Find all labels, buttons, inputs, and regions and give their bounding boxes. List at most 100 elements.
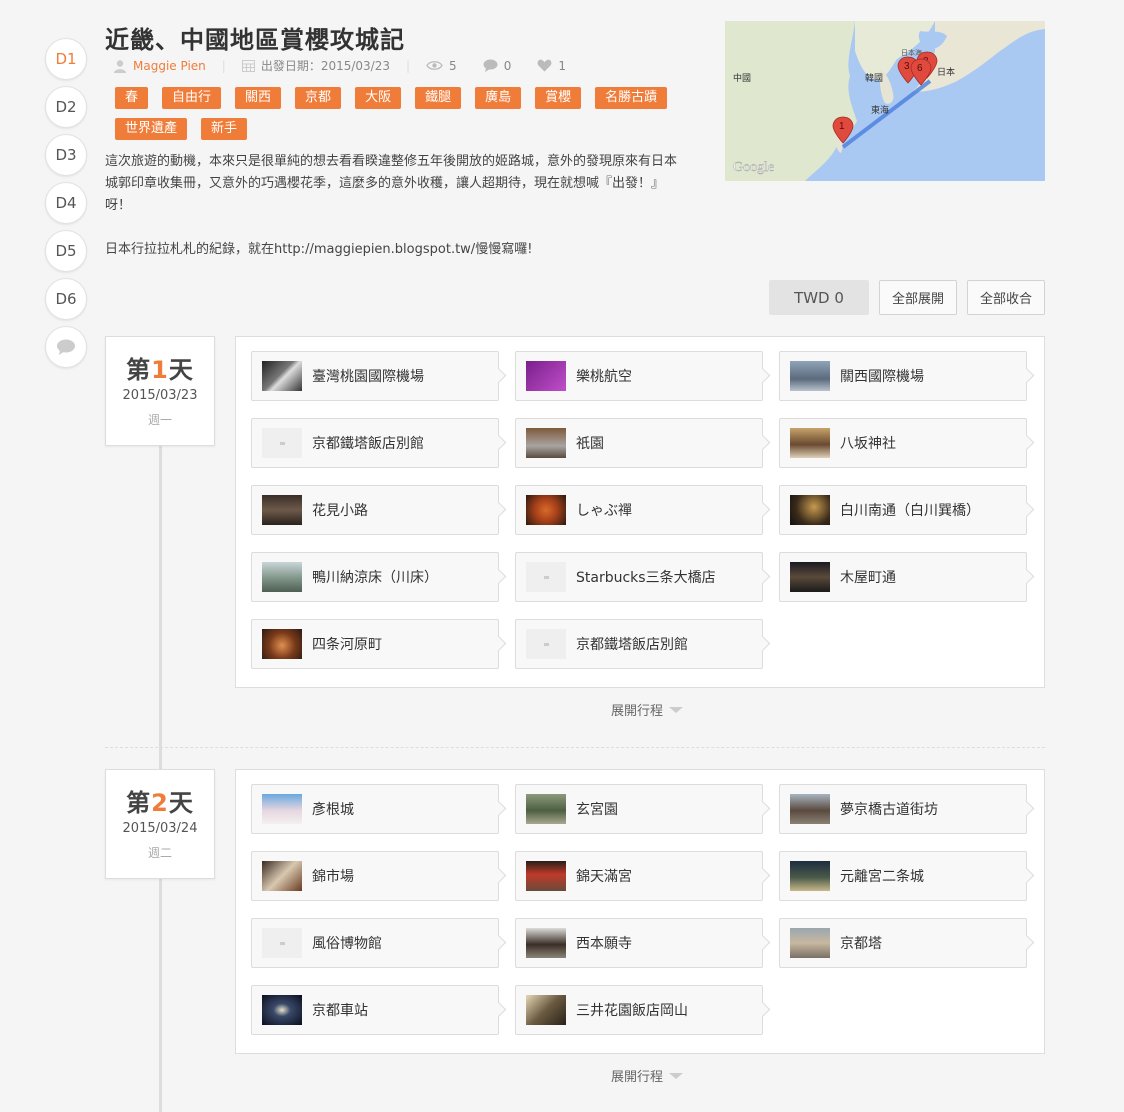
place-name: 西本願寺 [576,936,632,952]
calendar-icon [241,60,255,72]
place-card[interactable]: 臺灣桃園國際機場 [251,351,499,401]
day-nav-d4[interactable]: D4 [45,182,87,224]
tag[interactable]: 鐵腿 [415,87,462,109]
tag[interactable]: 賞櫻 [535,87,582,109]
tag[interactable]: 京都 [295,87,342,109]
tag[interactable]: 春 [115,87,149,109]
tag[interactable]: 關西 [235,87,282,109]
day-nav: D1 D2 D3 D4 D5 D6 [45,38,87,374]
place-card[interactable]: 京都鐵塔飯店別館 [515,619,763,669]
place-name: 玄宮園 [576,802,618,818]
place-card[interactable]: 樂桃航空 [515,351,763,401]
place-card[interactable]: 花見小路 [251,485,499,535]
place-card[interactable]: 木屋町通 [779,552,1027,602]
place-card[interactable]: 彥根城 [251,784,499,834]
place-card[interactable]: 八坂神社 [779,418,1027,468]
place-card[interactable]: 京都塔 [779,918,1027,968]
place-card[interactable]: 玄宮園 [515,784,763,834]
like-count: 1 [558,58,566,73]
description-line: 呀！ [105,198,132,213]
day-nav-d6[interactable]: D6 [45,278,87,320]
place-thumbnail [526,629,566,659]
day-weekday: 週二 [147,846,172,860]
place-name: 白川南通（白川巽橋） [840,503,980,519]
comment-count: 0 [503,58,512,73]
place-thumbnail [526,495,566,525]
place-thumbnail [790,794,830,824]
place-name: 木屋町通 [840,570,896,586]
view-count: 5 [449,58,457,73]
user-icon [114,59,126,73]
place-card[interactable]: 鴨川納涼床（川床） [251,552,499,602]
day-2-itinerary: 彥根城 玄宮園 夢京橋古道街坊錦市場 錦天滿宮 元離宮二条城風俗博物館 西本願寺 京都塔京都… [235,769,1045,1054]
place-card[interactable]: 京都車站 [251,985,499,1035]
map-google-logo: Google [733,160,774,175]
meta-divider: | [221,58,226,73]
expand-itinerary-day-2[interactable]: 展開行程 [611,1066,684,1085]
svg-text:3: 3 [904,61,910,72]
heart-icon[interactable] [537,59,552,72]
tag[interactable]: 大阪 [355,87,402,109]
expand-all-button[interactable]: 全部展開 [879,280,957,315]
speech-bubble-icon [57,339,75,355]
day-nav-d1[interactable]: D1 [45,38,87,80]
place-card[interactable]: 夢京橋古道街坊 [779,784,1027,834]
place-name: 祇園 [576,436,604,452]
place-card[interactable]: 西本願寺 [515,918,763,968]
place-name: 夢京橋古道街坊 [840,802,938,818]
place-card[interactable]: 風俗博物館 [251,918,499,968]
place-name: 錦市場 [312,869,354,885]
day-nav-d2[interactable]: D2 [45,86,87,128]
eye-icon [426,61,443,70]
trip-meta: Maggie Pien | 出發日期：2015/03/23 | 5 0 1 [113,57,566,74]
tag[interactable]: 名勝古蹟 [595,87,668,109]
expand-label: 展開行程 [611,704,664,719]
place-card[interactable]: 錦市場 [251,851,499,901]
route-map[interactable]: 中國 韓國 日本 東海 日本海 Google 1 3 3 6 [725,21,1045,181]
place-thumbnail [262,361,302,391]
place-card[interactable]: 京都鐵塔飯店別館 [251,418,499,468]
tag[interactable]: 自由行 [162,87,222,109]
place-card[interactable]: 四条河原町 [251,619,499,669]
place-thumbnail [262,428,302,458]
day-date: 2015/03/24 [122,821,198,836]
place-card[interactable]: しゃぶ禪 [515,485,763,535]
day-heading: 第1天 [126,356,194,384]
map-canvas: 中國 韓國 日本 東海 日本海 Google 1 3 3 6 [725,21,1045,181]
currency-total: TWD 0 [769,280,869,315]
day-nav-d3[interactable]: D3 [45,134,87,176]
place-card[interactable]: 元離宮二条城 [779,851,1027,901]
description-line: 這次旅遊的動機，本來只是很單純的想去看看睽違整修五年後開放的姬路城，意外的發現原… [105,154,678,169]
tag-list: 春 自由行 關西 京都 大阪 鐵腿 廣島 賞櫻 名勝古蹟 世界遺產 新手 [115,87,695,140]
expand-itinerary-day-1[interactable]: 展開行程 [611,700,684,719]
place-card[interactable]: 白川南通（白川巽橋） [779,485,1027,535]
place-card[interactable]: 三井花園飯店岡山 [515,985,763,1035]
day-nav-d5[interactable]: D5 [45,230,87,272]
place-name: 風俗博物館 [312,936,382,952]
tag[interactable]: 新手 [201,118,248,140]
svg-text:1: 1 [839,121,845,132]
place-thumbnail [790,562,830,592]
place-thumbnail [262,861,302,891]
place-card[interactable]: 關西國際機場 [779,351,1027,401]
place-thumbnail [262,928,302,958]
author-link[interactable]: Maggie Pien [133,59,206,73]
place-name: 京都塔 [840,936,882,952]
collapse-all-button[interactable]: 全部收合 [967,280,1045,315]
place-card[interactable]: 祇園 [515,418,763,468]
map-label-korea: 韓國 [865,73,883,83]
place-thumbnail [790,861,830,891]
comment-nav-button[interactable] [45,326,87,368]
place-name: 臺灣桃園國際機場 [312,369,424,385]
place-thumbnail [526,562,566,592]
place-card[interactable]: 錦天滿宮 [515,851,763,901]
place-thumbnail [790,928,830,958]
day-header-2: 第2天 2015/03/24 週二 [105,769,215,879]
tag[interactable]: 世界遺產 [115,118,188,140]
place-thumbnail [262,794,302,824]
trip-description: 這次旅遊的動機，本來只是很單純的想去看看睽違整修五年後開放的姬路城，意外的發現原… [105,151,725,261]
tag[interactable]: 廣島 [475,87,522,109]
place-name: Starbucks三条大橋店 [576,570,716,586]
chevron-down-icon [669,1072,684,1079]
place-card[interactable]: Starbucks三条大橋店 [515,552,763,602]
